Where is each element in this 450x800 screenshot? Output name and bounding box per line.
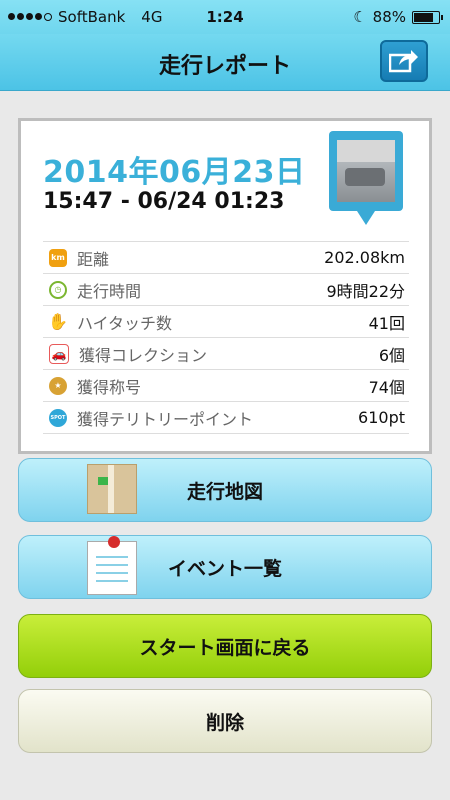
stat-row-high-touch: ✋ ハイタッチ数 41回 (43, 305, 409, 337)
report-date: 2014年06月23日 (43, 155, 306, 190)
back-to-start-label: スタート画面に戻る (139, 636, 311, 659)
status-bar: SoftBank 4G 1:24 ☾ 88% (0, 0, 450, 34)
medal-icon: ★ (49, 376, 67, 395)
car-icon: 🚗 (49, 343, 69, 364)
stat-value: 41回 (368, 313, 405, 333)
delete-button-label: 削除 (205, 711, 244, 734)
location-photo (337, 140, 395, 202)
clock-icon: ◷ (49, 280, 67, 299)
stat-row-titles: ★ 獲得称号 74個 (43, 369, 409, 401)
spot-icon: SPOT (49, 408, 67, 427)
hand-icon: ✋ (48, 312, 68, 331)
stat-row-collection: 🚗 獲得コレクション 6個 (43, 337, 409, 369)
moon-icon: ☾ (353, 8, 367, 26)
km-icon: km (49, 248, 67, 267)
map-button-label: 走行地図 (186, 480, 263, 503)
stat-label: 獲得称号 (77, 377, 142, 397)
stat-value: 9時間22分 (326, 281, 405, 301)
stat-label: 獲得コレクション (79, 345, 208, 365)
report-card: 2014年06月23日 15:47 - 06/24 01:23 km 距離 20… (18, 118, 432, 454)
nav-bar: 走行レポート (0, 34, 450, 91)
report-time-range: 15:47 - 06/24 01:23 (43, 189, 285, 214)
back-to-start-button[interactable]: スタート画面に戻る (18, 614, 432, 678)
share-button[interactable] (380, 40, 428, 82)
stat-label: 走行時間 (77, 281, 142, 301)
events-button[interactable]: イベント一覧 (18, 535, 432, 599)
stat-row-distance: km 距離 202.08km (43, 241, 409, 273)
stats-list: km 距離 202.08km ◷ 走行時間 9時間22分 ✋ ハイタッチ数 41… (43, 241, 409, 434)
stat-value: 202.08km (324, 248, 405, 267)
delete-button[interactable]: 削除 (18, 689, 432, 753)
events-button-label: イベント一覧 (167, 557, 282, 580)
stat-value: 74個 (368, 377, 405, 397)
status-right: ☾ 88% (353, 8, 443, 26)
map-icon (87, 464, 141, 518)
share-arrow-icon (389, 50, 418, 73)
location-photo-pin-icon[interactable] (329, 131, 403, 227)
map-button[interactable]: 走行地図 (18, 458, 432, 522)
stat-label: 獲得テリトリーポイント (77, 409, 254, 429)
stat-label: 距離 (77, 249, 110, 269)
event-list-icon (87, 536, 141, 595)
stat-label: ハイタッチ数 (77, 313, 173, 333)
battery-percent: 88% (372, 8, 406, 26)
stat-row-drive-time: ◷ 走行時間 9時間22分 (43, 273, 409, 305)
stat-value: 610pt (358, 408, 405, 427)
stat-row-territory: SPOT 獲得テリトリーポイント 610pt (43, 401, 409, 434)
stat-value: 6個 (378, 345, 405, 365)
battery-icon (412, 10, 443, 24)
